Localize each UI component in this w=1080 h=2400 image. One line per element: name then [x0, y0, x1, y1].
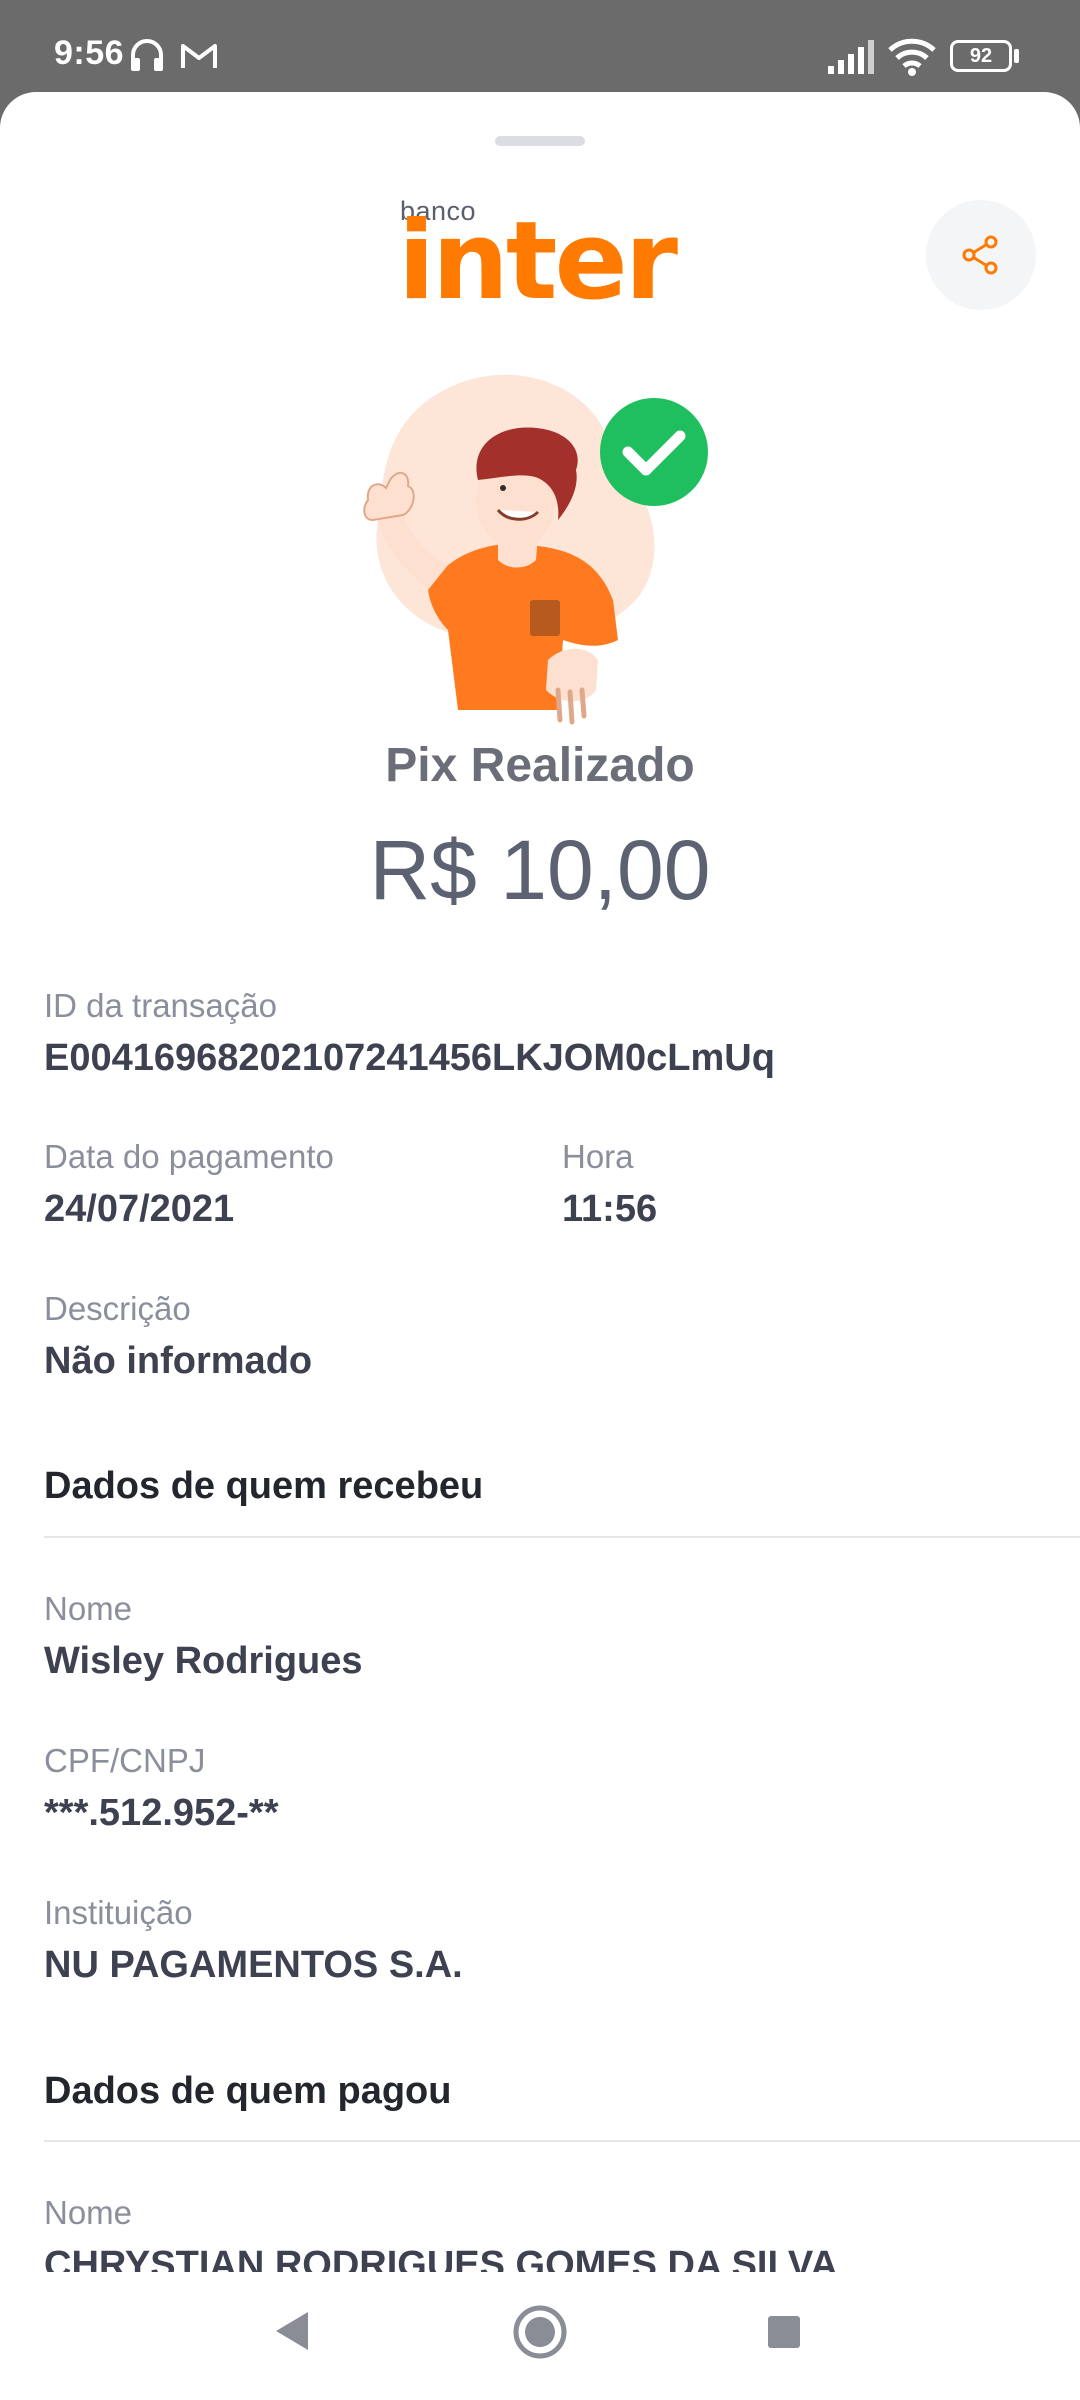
battery-icon: 92	[950, 40, 1012, 72]
receiver-doc-label: CPF/CNPJ	[44, 1742, 206, 1779]
receiver-divider	[44, 1536, 1080, 1538]
drag-handle[interactable]	[495, 136, 585, 146]
transaction-id-label: ID da transação	[44, 987, 277, 1024]
payer-name-value: CHRYSTIAN RODRIGUES GOMES DA SILVA	[44, 2244, 838, 2272]
receipt-sheet: banco inter Pix Realizado R$ 10,00 ID da…	[0, 92, 1080, 2400]
receiver-institution-value: NU PAGAMENTOS S.A.	[44, 1944, 463, 1986]
transaction-id-value: E00416968202107241456LKJOM0cLmUq	[44, 1037, 775, 1079]
description-value: Não informado	[44, 1340, 313, 1382]
back-icon[interactable]	[272, 2310, 312, 2352]
payer-name-label: Nome	[44, 2194, 133, 2231]
amount-value: 10,00	[500, 823, 711, 917]
success-illustration	[363, 374, 708, 725]
receiver-doc-value: ***.512.952-**	[44, 1792, 279, 1834]
share-icon	[962, 235, 998, 275]
receiver-name-value: Wisley Rodrigues	[44, 1640, 363, 1682]
bank-logo: banco inter	[398, 196, 690, 316]
status-bar: 9:56 92	[0, 0, 1080, 96]
recents-icon[interactable]	[766, 2314, 802, 2350]
payment-date-value: 24/07/2021	[44, 1188, 235, 1230]
headset-icon	[131, 39, 163, 71]
payment-time-label: Hora	[562, 1138, 634, 1175]
battery-tip	[1014, 49, 1019, 63]
share-button[interactable]	[926, 200, 1036, 310]
description-label: Descrição	[44, 1290, 191, 1327]
receiver-name-label: Nome	[44, 1590, 133, 1627]
battery-level: 92	[969, 44, 993, 67]
status-time: 9:56	[54, 34, 125, 72]
payment-date-label: Data do pagamento	[44, 1138, 334, 1175]
gmail-icon	[181, 44, 217, 68]
navigation-bar	[0, 2272, 1080, 2400]
receipt-amount: R$ 10,00	[0, 822, 1080, 919]
receiver-section-title: Dados de quem recebeu	[44, 1465, 484, 1507]
home-icon[interactable]	[512, 2304, 568, 2360]
payment-time-value: 11:56	[562, 1188, 658, 1230]
payer-divider	[44, 2140, 1080, 2142]
signal-icon	[828, 40, 874, 74]
receipt-title: Pix Realizado	[385, 739, 695, 792]
wifi-icon	[888, 38, 936, 76]
receiver-institution-label: Instituição	[44, 1894, 193, 1931]
payer-name-clip: CHRYSTIAN RODRIGUES GOMES DA SILVA	[0, 2242, 1080, 2272]
payer-section-title: Dados de quem pagou	[44, 2070, 452, 2112]
amount-currency: R$	[369, 823, 477, 917]
logo-name: inter	[398, 199, 678, 324]
